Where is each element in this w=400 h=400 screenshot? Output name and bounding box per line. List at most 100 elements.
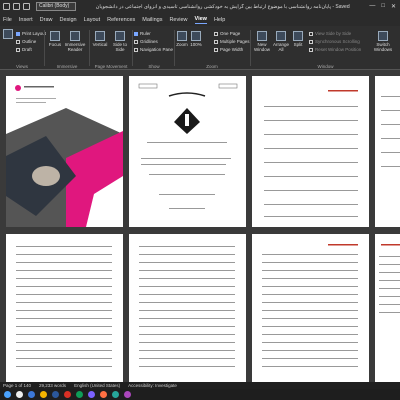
synchronous-scrolling-icon — [309, 39, 313, 44]
taskbar: Page 1 of 140 29,233 words English (Unit… — [0, 382, 400, 400]
outline-button[interactable]: Outline — [16, 39, 36, 44]
maximize-button[interactable]: □ — [381, 3, 385, 10]
word-icon[interactable] — [52, 391, 59, 398]
zoom-group-label: Zoom — [206, 64, 218, 69]
window-controls: — □ ✕ — [369, 3, 400, 10]
vertical-icon — [95, 31, 105, 41]
app-icon[interactable] — [112, 391, 119, 398]
one-page-icon — [214, 31, 218, 36]
new-window-button[interactable]: New Window — [253, 31, 271, 52]
page-count[interactable]: Page 1 of 140 — [3, 383, 31, 388]
page-width-button[interactable]: Page Width — [214, 47, 243, 52]
split-icon — [293, 31, 303, 41]
split-button[interactable]: Split — [291, 31, 305, 47]
hundred-percent-button[interactable]: 100% — [190, 31, 202, 47]
navigation-pane-check-icon — [134, 47, 138, 52]
draft-icon — [16, 47, 20, 52]
reset-window-position-button[interactable]: Reset Window Position — [309, 47, 361, 52]
accessibility-indicator[interactable]: Accessibility: Investigate — [128, 383, 177, 388]
tab-design[interactable]: Design — [59, 17, 76, 23]
divider — [89, 30, 90, 66]
file-explorer-icon[interactable] — [40, 391, 47, 398]
title-bar: Calibri (Body) پایان‌نامه روانشناسی با م… — [0, 0, 400, 13]
edge-icon[interactable] — [28, 391, 35, 398]
show-group-label: Show — [148, 64, 160, 69]
tab-file[interactable]: File — [3, 17, 12, 23]
undo-icon[interactable] — [13, 3, 20, 10]
toc-page-2[interactable] — [375, 76, 400, 227]
synchronous-scrolling-button[interactable]: Synchronous Scrolling — [309, 39, 360, 44]
text-page[interactable] — [129, 234, 246, 382]
app-icon[interactable] — [124, 391, 131, 398]
page-width-icon — [214, 47, 218, 52]
immersive-reader-button[interactable]: Immersive Reader — [64, 31, 86, 52]
app-icon[interactable] — [100, 391, 107, 398]
text-lines — [16, 246, 112, 367]
title-page[interactable] — [129, 76, 246, 227]
side-to-side-icon — [115, 31, 125, 41]
chrome-icon[interactable] — [64, 391, 71, 398]
immersive-reader-icon — [70, 31, 80, 41]
view-side-by-side-icon — [309, 31, 313, 36]
print-layout-button[interactable]: Print Layout — [16, 31, 46, 36]
ribbon: Print Layout Outline Draft Views Focus I… — [0, 26, 400, 70]
taskbar-apps — [0, 389, 400, 400]
view-side-by-side-button[interactable]: View Side by Side — [309, 31, 351, 36]
focus-button[interactable]: Focus — [47, 31, 63, 47]
print-layout-icon — [16, 31, 20, 36]
show-group: Ruler Gridlines Navigation Pane Show — [134, 29, 174, 69]
tab-review[interactable]: Review — [169, 17, 187, 23]
ruler-checkbox[interactable]: Ruler — [134, 31, 151, 36]
text-page[interactable] — [252, 234, 369, 382]
immersive-group-label: Immersive — [56, 64, 78, 69]
document-title: پایان‌نامه روانشناسی با موضوع ارتباط بین… — [95, 3, 350, 10]
arrange-all-button[interactable]: Arrange All — [272, 31, 290, 52]
tab-help[interactable]: Help — [214, 17, 225, 23]
toc-lines-2 — [381, 96, 400, 167]
tab-references[interactable]: References — [107, 17, 135, 23]
text-page[interactable] — [375, 234, 400, 382]
font-name-box[interactable]: Calibri (Body) — [36, 2, 76, 11]
search-icon[interactable] — [16, 391, 23, 398]
tab-draw[interactable]: Draw — [40, 17, 53, 23]
university-logo — [138, 83, 238, 209]
read-mode-icon — [3, 29, 13, 39]
close-button[interactable]: ✕ — [391, 3, 396, 10]
toc-lines — [264, 90, 358, 217]
text-lines — [139, 246, 235, 367]
tab-insert[interactable]: Insert — [19, 17, 33, 23]
draft-button[interactable]: Draft — [16, 47, 32, 52]
tab-view[interactable]: View — [194, 16, 207, 24]
start-icon[interactable] — [4, 391, 11, 398]
word-count[interactable]: 29,233 words — [39, 383, 66, 388]
language-indicator[interactable]: English (United States) — [74, 383, 120, 388]
minimize-button[interactable]: — — [369, 3, 375, 10]
gridlines-checkbox[interactable]: Gridlines — [134, 39, 158, 44]
focus-icon — [50, 31, 60, 41]
redo-icon[interactable] — [23, 3, 30, 10]
views-group: Print Layout Outline Draft Views — [2, 29, 46, 69]
toc-page[interactable] — [252, 76, 369, 227]
ruler-check-icon — [134, 31, 138, 36]
read-mode-button[interactable] — [2, 29, 14, 40]
multiple-pages-button[interactable]: Multiple Pages — [214, 39, 250, 44]
cover-page[interactable] — [6, 76, 123, 227]
app-icon[interactable] — [88, 391, 95, 398]
save-icon[interactable] — [3, 3, 10, 10]
divider — [132, 30, 133, 66]
zoom-button[interactable]: Zoom — [176, 31, 188, 47]
tab-layout[interactable]: Layout — [84, 17, 101, 23]
ribbon-tabs: File Insert Draw Design Layout Reference… — [0, 13, 400, 26]
tab-mailings[interactable]: Mailings — [142, 17, 162, 23]
one-page-button[interactable]: One Page — [214, 31, 240, 36]
excel-icon[interactable] — [76, 391, 83, 398]
window-group: New Window Arrange All Split View Side b… — [253, 29, 398, 69]
hundred-percent-icon — [191, 31, 201, 41]
document-canvas[interactable] — [0, 71, 400, 382]
divider — [250, 30, 251, 66]
navigation-pane-checkbox[interactable]: Navigation Pane — [134, 47, 173, 52]
text-page[interactable] — [6, 234, 123, 382]
switch-windows-button[interactable]: Switch Windows — [371, 31, 395, 52]
vertical-button[interactable]: Vertical — [91, 31, 109, 47]
side-to-side-button[interactable]: Side to Side — [110, 31, 130, 52]
